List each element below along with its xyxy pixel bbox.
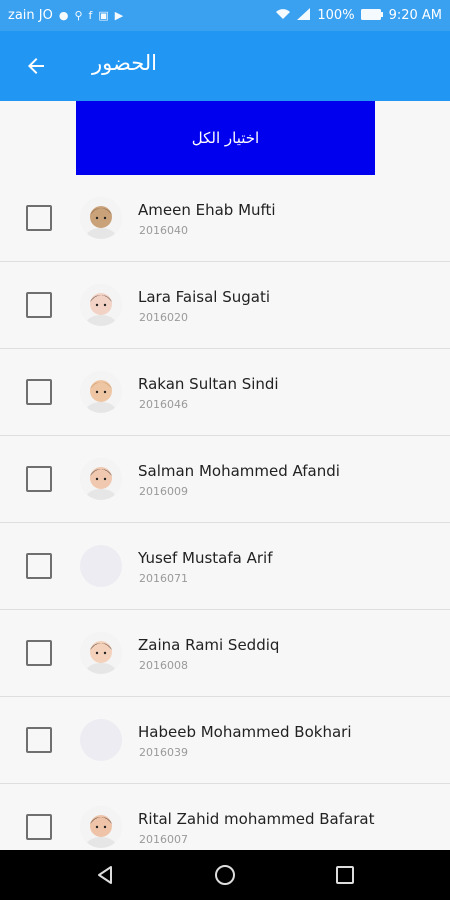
clock: 9:20 AM bbox=[388, 8, 442, 23]
student-name: Rakan Sultan Sindi bbox=[138, 375, 279, 393]
student-row[interactable]: Habeeb Mohammed Bokhari 2016039 bbox=[0, 697, 450, 784]
store-icon: ▶ bbox=[114, 9, 124, 22]
back-triangle-icon bbox=[98, 866, 112, 884]
wifi-icon bbox=[275, 8, 291, 23]
student-id: 2016020 bbox=[139, 311, 188, 324]
student-row[interactable]: Salman Mohammed Afandi 2016009 bbox=[0, 436, 450, 523]
page-title: الحضور bbox=[92, 51, 157, 75]
nav-recents-button[interactable] bbox=[325, 855, 365, 895]
home-circle-icon bbox=[215, 865, 235, 885]
attendance-checkbox[interactable] bbox=[26, 814, 52, 840]
notification-dot-icon: ● bbox=[58, 9, 69, 22]
attendance-checkbox[interactable] bbox=[26, 727, 52, 753]
navigation-bar bbox=[0, 850, 450, 900]
student-row[interactable]: Lara Faisal Sugati 2016020 bbox=[0, 262, 450, 349]
student-id: 2016046 bbox=[139, 398, 188, 411]
student-row[interactable]: Ameen Ehab Mufti 2016040 bbox=[0, 175, 450, 262]
recents-square-icon bbox=[336, 866, 354, 884]
student-id: 2016039 bbox=[139, 746, 188, 759]
student-photo bbox=[80, 197, 122, 239]
avatar-placeholder bbox=[80, 545, 122, 587]
student-name: Habeeb Mohammed Bokhari bbox=[138, 723, 352, 741]
gallery-icon: ▣ bbox=[98, 9, 109, 22]
student-row[interactable]: Zaina Rami Seddiq 2016008 bbox=[0, 610, 450, 697]
carrier-label: zain JO bbox=[8, 8, 53, 23]
arrow-left-icon bbox=[28, 58, 44, 74]
usb-icon: ⚲ bbox=[74, 9, 83, 22]
student-photo bbox=[80, 458, 122, 500]
back-button[interactable] bbox=[18, 48, 54, 84]
student-id: 2016009 bbox=[139, 485, 188, 498]
student-row[interactable]: Rital Zahid mohammed Bafarat 2016007 bbox=[0, 784, 450, 850]
attendance-checkbox[interactable] bbox=[26, 640, 52, 666]
student-id: 2016007 bbox=[139, 833, 188, 846]
status-bar: zain JO ● ⚲ f ▣ ▶ 100% 9:20 AM bbox=[0, 0, 450, 31]
facebook-icon: f bbox=[88, 9, 93, 22]
student-photo bbox=[80, 806, 122, 848]
status-right: 100% 9:20 AM bbox=[275, 8, 442, 23]
avatar-placeholder bbox=[80, 719, 122, 761]
student-id: 2016008 bbox=[139, 659, 188, 672]
student-name: Salman Mohammed Afandi bbox=[138, 462, 340, 480]
nav-home-button[interactable] bbox=[205, 855, 245, 895]
app-bar: الحضور bbox=[0, 31, 450, 101]
select-all-button[interactable]: اختيار الكل bbox=[76, 101, 375, 175]
status-left: zain JO ● ⚲ f ▣ ▶ bbox=[8, 8, 123, 23]
student-id: 2016071 bbox=[139, 572, 188, 585]
battery-icon bbox=[360, 8, 383, 23]
attendance-checkbox[interactable] bbox=[26, 379, 52, 405]
student-photo bbox=[80, 371, 122, 413]
student-list: Ameen Ehab Mufti 2016040 Lara Faisal Sugat… bbox=[0, 175, 450, 850]
student-photo bbox=[80, 632, 122, 674]
student-name: Rital Zahid mohammed Bafarat bbox=[138, 810, 375, 828]
student-name: Zaina Rami Seddiq bbox=[138, 636, 280, 654]
battery-percent: 100% bbox=[317, 8, 355, 23]
student-name: Lara Faisal Sugati bbox=[138, 288, 271, 306]
attendance-checkbox[interactable] bbox=[26, 205, 52, 231]
signal-icon bbox=[297, 8, 311, 23]
nav-back-button[interactable] bbox=[85, 855, 125, 895]
student-name: Yusef Mustafa Arif bbox=[138, 549, 273, 567]
attendance-checkbox[interactable] bbox=[26, 292, 52, 318]
student-photo bbox=[80, 284, 122, 326]
student-id: 2016040 bbox=[139, 224, 188, 237]
student-name: Ameen Ehab Mufti bbox=[138, 201, 276, 219]
attendance-checkbox[interactable] bbox=[26, 466, 52, 492]
student-row[interactable]: Rakan Sultan Sindi 2016046 bbox=[0, 349, 450, 436]
attendance-checkbox[interactable] bbox=[26, 553, 52, 579]
student-row[interactable]: Yusef Mustafa Arif 2016071 bbox=[0, 523, 450, 610]
